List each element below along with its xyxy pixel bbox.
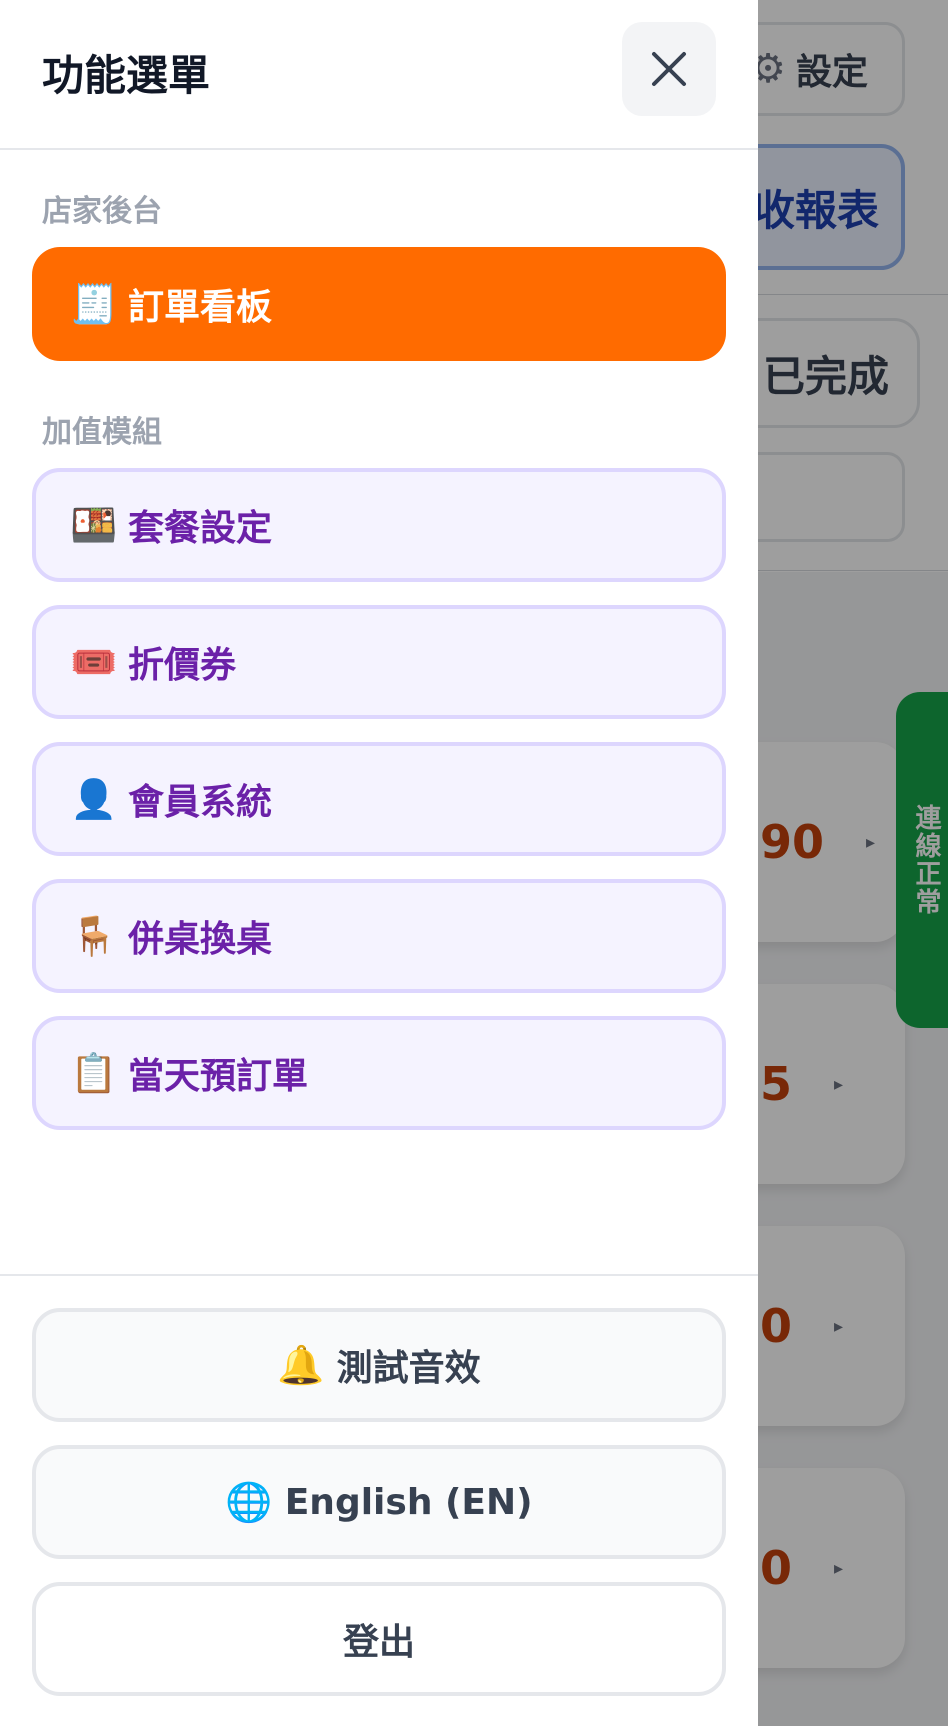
close-button[interactable]	[622, 22, 716, 116]
bell-icon: 🔔	[277, 1343, 325, 1387]
member-system-button[interactable]: 👤 會員系統	[32, 742, 726, 856]
merge-change-table-label: 併桌換桌	[128, 919, 273, 960]
order-board-button[interactable]: 🧾 訂單看板	[32, 247, 726, 361]
logout-label: 登出	[342, 1622, 415, 1663]
bento-icon: 🍱	[70, 503, 118, 547]
language-button[interactable]: 🌐 English (EN)	[32, 1445, 726, 1559]
member-system-label: 會員系統	[128, 782, 273, 823]
ticket-icon: 🎟️	[70, 640, 118, 684]
set-meal-settings-button[interactable]: 🍱 套餐設定	[32, 468, 726, 582]
section-label-modules: 加值模組	[42, 415, 162, 450]
today-reservations-button[interactable]: 📋 當天預訂單	[32, 1016, 726, 1130]
close-icon	[652, 52, 686, 86]
coupon-label: 折價券	[128, 645, 237, 686]
footer-divider	[0, 1274, 758, 1276]
test-sound-label: 測試音效	[336, 1348, 481, 1389]
globe-icon: 🌐	[225, 1480, 273, 1524]
section-label-store: 店家後台	[42, 194, 162, 229]
function-menu-drawer: 功能選單 店家後台 🧾 訂單看板 加值模組 🍱 套餐設定 🎟️ 折價券 👤 會員…	[0, 0, 758, 1726]
clipboard-icon: 📋	[70, 1051, 118, 1095]
test-sound-button[interactable]: 🔔 測試音效	[32, 1308, 726, 1422]
drawer-header: 功能選單	[0, 0, 758, 150]
drawer-title: 功能選單	[42, 51, 211, 100]
user-icon: 👤	[70, 777, 118, 821]
coupon-button[interactable]: 🎟️ 折價券	[32, 605, 726, 719]
order-board-label: 訂單看板	[128, 287, 273, 328]
receipt-icon: 🧾	[70, 282, 118, 326]
merge-change-table-button[interactable]: 🪑 併桌換桌	[32, 879, 726, 993]
chair-icon: 🪑	[70, 914, 118, 958]
set-meal-settings-label: 套餐設定	[128, 508, 273, 549]
today-reservations-label: 當天預訂單	[128, 1056, 309, 1097]
language-label: English (EN)	[284, 1481, 533, 1523]
logout-button[interactable]: 登出	[32, 1582, 726, 1696]
